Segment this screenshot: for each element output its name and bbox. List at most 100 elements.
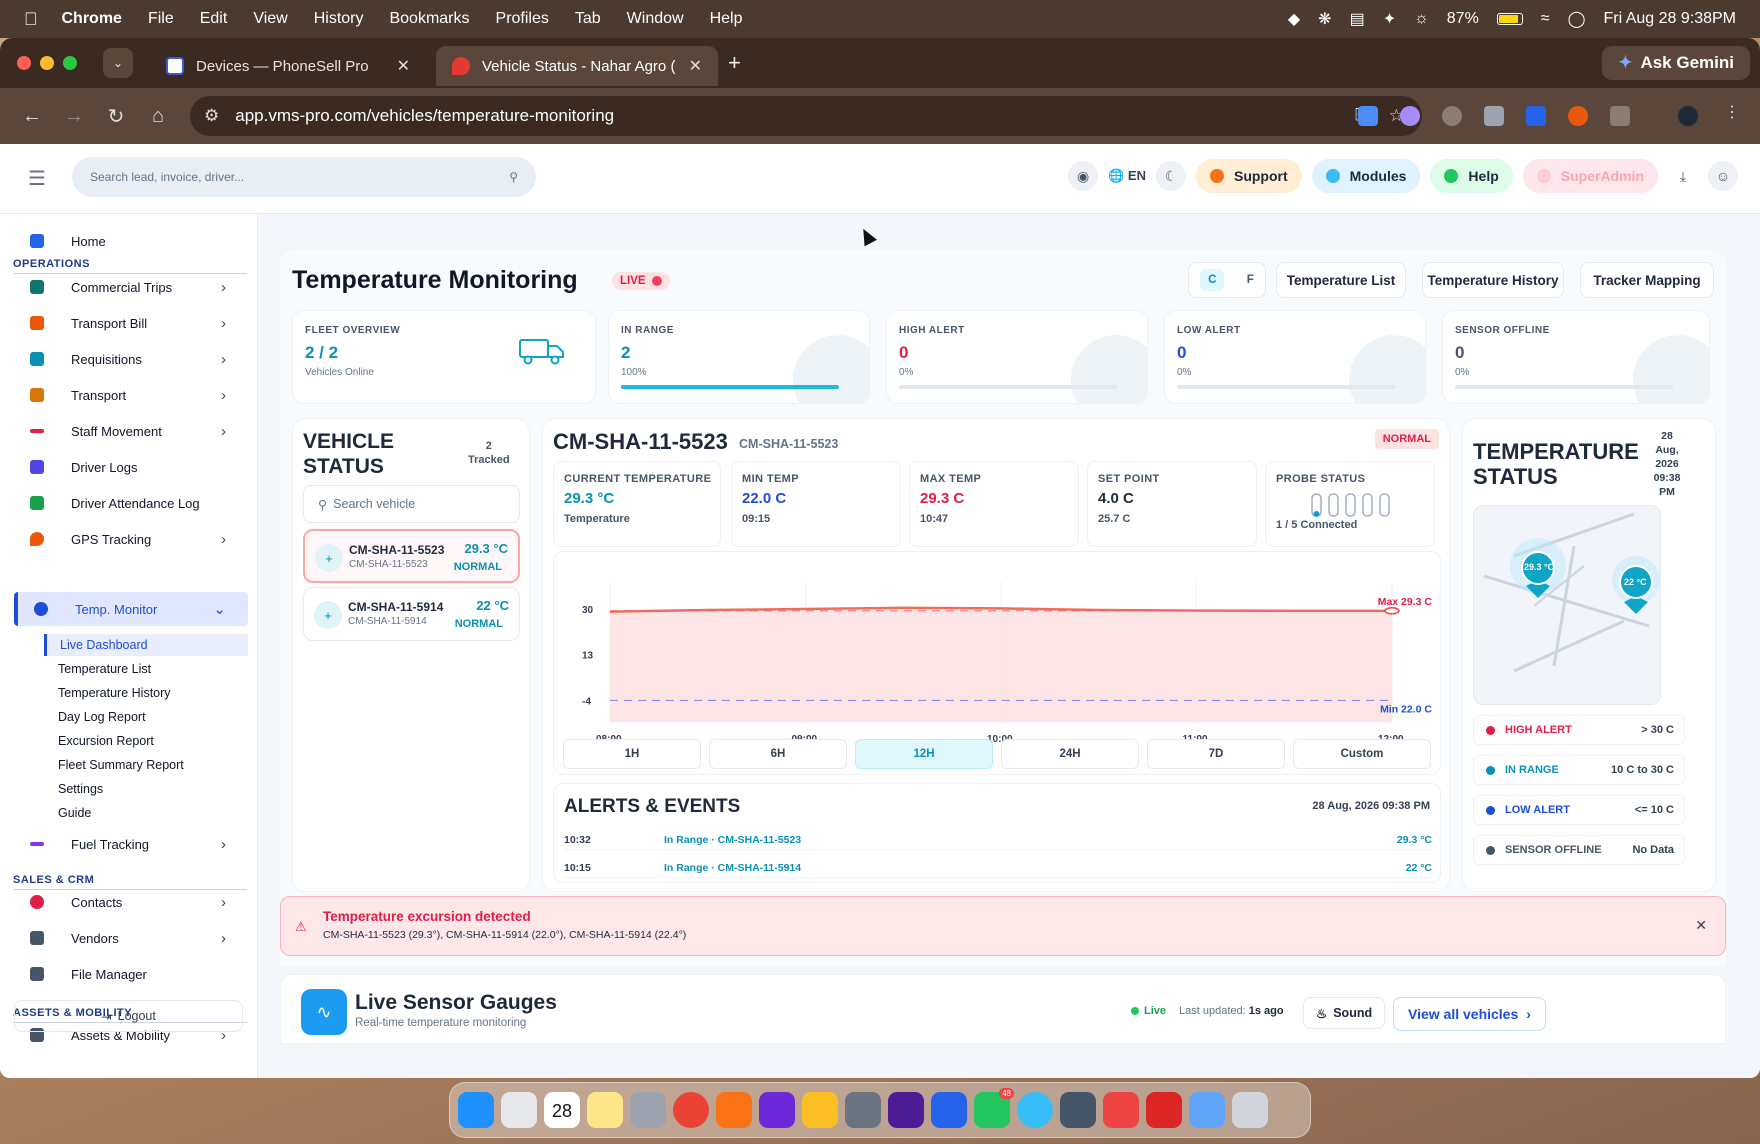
menu-help[interactable]: Help: [710, 10, 743, 28]
menubar-clock[interactable]: Fri Aug 28 9:38PM: [1603, 10, 1736, 28]
alert-row[interactable]: 10:15 In Range · CM-SHA-11-5914 22 °C: [564, 858, 1432, 878]
system-settings-icon[interactable]: [630, 1092, 666, 1128]
sidebar-item-requisitions[interactable]: Requisitions ›: [14, 344, 248, 374]
view-all-vehicles-button[interactable]: View all vehicles ›: [1393, 997, 1546, 1031]
hamburger-menu-icon[interactable]: ☰: [28, 166, 46, 191]
sidebar-item-gps-tracking[interactable]: GPS Tracking ›: [14, 524, 248, 554]
tab-vehicle-status[interactable]: Vehicle Status - Nahar Agro ( ✕: [436, 46, 718, 86]
alert-row[interactable]: 10:32 In Range · CM-SHA-11-5523 29.3 °C: [564, 830, 1432, 850]
submenu-day-log-report[interactable]: Day Log Report: [58, 710, 146, 724]
submenu-fleet-summary[interactable]: Fleet Summary Report: [58, 758, 184, 772]
battery-icon[interactable]: [1496, 13, 1523, 25]
menu-view[interactable]: View: [253, 10, 287, 28]
vehicle-list-item[interactable]: + CM-SHA-11-5523 CM-SHA-11-5523 29.3 °C …: [303, 529, 520, 583]
brightness-icon[interactable]: ☼: [1414, 10, 1429, 28]
sidebar-item-temp-monitor[interactable]: Temp. Monitor ⌄: [14, 592, 248, 626]
asterisk-icon[interactable]: ❋: [1318, 9, 1331, 29]
podcast-icon[interactable]: [888, 1092, 924, 1128]
chrome-menu-icon[interactable]: ⋮: [1722, 102, 1742, 122]
dark-mode-icon[interactable]: ☾: [1155, 161, 1186, 191]
range-1h-button[interactable]: 1H: [563, 739, 701, 769]
battery-percent[interactable]: 87%: [1447, 10, 1479, 28]
extension-claude-icon[interactable]: [1568, 106, 1588, 126]
sidebar-item-staff-movement[interactable]: Staff Movement ›: [14, 416, 248, 446]
menu-bookmarks[interactable]: Bookmarks: [389, 10, 469, 28]
apple-icon[interactable]: : [24, 9, 38, 30]
status-map[interactable]: 29.3 °C 22 °C: [1473, 505, 1661, 705]
range-24h-button[interactable]: 24H: [1001, 739, 1139, 769]
extension-mic-icon[interactable]: [1442, 106, 1462, 126]
tab-search-button[interactable]: ⌄: [103, 48, 133, 78]
menu-profiles[interactable]: Profiles: [496, 10, 549, 28]
range-7d-button[interactable]: 7D: [1147, 739, 1285, 769]
close-tab-icon[interactable]: ✕: [397, 56, 410, 76]
submenu-settings[interactable]: Settings: [58, 782, 103, 796]
back-icon[interactable]: ←: [22, 105, 42, 128]
sidebar-item-transport-bill[interactable]: Transport Bill ›: [14, 308, 248, 338]
tab-devices[interactable]: Devices — PhoneSell Pro ✕: [150, 46, 426, 86]
github-icon[interactable]: [759, 1092, 795, 1128]
anydesk-alt-icon[interactable]: [1146, 1092, 1182, 1128]
finder-icon[interactable]: [458, 1092, 494, 1128]
zoom-window-button[interactable]: [63, 56, 77, 70]
extension-docs-icon[interactable]: [1358, 106, 1378, 126]
temperature-list-button[interactable]: Temperature List: [1276, 262, 1406, 298]
control-center-icon[interactable]: ◯: [1568, 9, 1586, 29]
cloud-app-icon[interactable]: [802, 1092, 838, 1128]
palette-icon[interactable]: ◉: [1068, 161, 1099, 191]
reload-icon[interactable]: ↻: [106, 104, 126, 129]
menu-window[interactable]: Window: [627, 10, 684, 28]
chrome-icon[interactable]: [673, 1092, 709, 1128]
download-icon[interactable]: ⤓: [1668, 161, 1698, 191]
tracker-mapping-button[interactable]: Tracker Mapping: [1580, 262, 1714, 298]
close-window-button[interactable]: [17, 56, 31, 70]
forward-icon[interactable]: →: [64, 105, 84, 128]
extension-calendar-icon[interactable]: [1526, 106, 1546, 126]
sidebar-item-driver-attendance[interactable]: Driver Attendance Log: [14, 488, 248, 518]
unit-celsius-button[interactable]: C: [1200, 269, 1225, 291]
new-tab-button[interactable]: +: [728, 50, 741, 76]
telegram-icon[interactable]: [1017, 1092, 1053, 1128]
extensions-puzzle-icon[interactable]: [1610, 106, 1630, 126]
minimize-window-button[interactable]: [40, 56, 54, 70]
notes-icon[interactable]: [587, 1092, 623, 1128]
global-search-input[interactable]: Search lead, invoice, driver... ⚲: [72, 157, 536, 197]
sidebar-item-fuel-tracking[interactable]: Fuel Tracking ›: [14, 829, 248, 859]
range-6h-button[interactable]: 6H: [709, 739, 847, 769]
whatsapp-icon[interactable]: 48: [974, 1088, 1014, 1128]
dropbox-icon[interactable]: ◆: [1288, 9, 1300, 29]
menu-history[interactable]: History: [314, 10, 364, 28]
range-12h-button[interactable]: 12H: [855, 739, 993, 769]
submenu-guide[interactable]: Guide: [58, 806, 91, 820]
help-button[interactable]: Help: [1430, 159, 1513, 193]
sidebar-item-file-manager[interactable]: File Manager: [14, 959, 248, 989]
url-text[interactable]: app.vms-pro.com/vehicles/temperature-mon…: [235, 106, 614, 126]
omnibox[interactable]: ⚙ app.vms-pro.com/vehicles/temperature-m…: [190, 96, 1422, 136]
close-tab-icon[interactable]: ✕: [689, 56, 702, 76]
menu-app-name[interactable]: Chrome: [62, 10, 122, 28]
sidebar-item-home[interactable]: Home: [14, 226, 248, 256]
trash-icon[interactable]: [1232, 1092, 1268, 1128]
folder-icon[interactable]: [1189, 1092, 1225, 1128]
submenu-temperature-history[interactable]: Temperature History: [58, 686, 171, 700]
vehicle-list-item[interactable]: + CM-SHA-11-5914 CM-SHA-11-5914 22 °C NO…: [303, 587, 520, 641]
sidebar-item-commercial-trips[interactable]: Commercial Trips ›: [14, 272, 248, 302]
submenu-live-dashboard[interactable]: Live Dashboard: [44, 634, 248, 656]
sound-button[interactable]: ♨ Sound: [1303, 997, 1386, 1029]
vscode-icon[interactable]: [931, 1092, 967, 1128]
temperature-history-button[interactable]: Temperature History: [1422, 262, 1564, 298]
search-icon[interactable]: ⚲: [509, 170, 518, 184]
unit-fahrenheit-button[interactable]: F: [1247, 274, 1254, 286]
anydesk-icon[interactable]: [1103, 1092, 1139, 1128]
extension-feather-icon[interactable]: [1400, 106, 1420, 126]
sidebar-item-vendors[interactable]: Vendors ›: [14, 923, 248, 953]
calculator-icon[interactable]: [845, 1092, 881, 1128]
sparkle-icon[interactable]: ✦: [1383, 9, 1396, 29]
vehicle-search-input[interactable]: ⚲ Search vehicle: [303, 485, 520, 523]
site-settings-icon[interactable]: ⚙: [204, 106, 219, 126]
superadmin-button[interactable]: SuperAdmin: [1522, 159, 1658, 193]
range-custom-button[interactable]: Custom: [1293, 739, 1431, 769]
menu-edit[interactable]: Edit: [200, 10, 228, 28]
user-avatar-icon[interactable]: ☺: [1708, 161, 1738, 191]
finder-alt-icon[interactable]: [1060, 1092, 1096, 1128]
